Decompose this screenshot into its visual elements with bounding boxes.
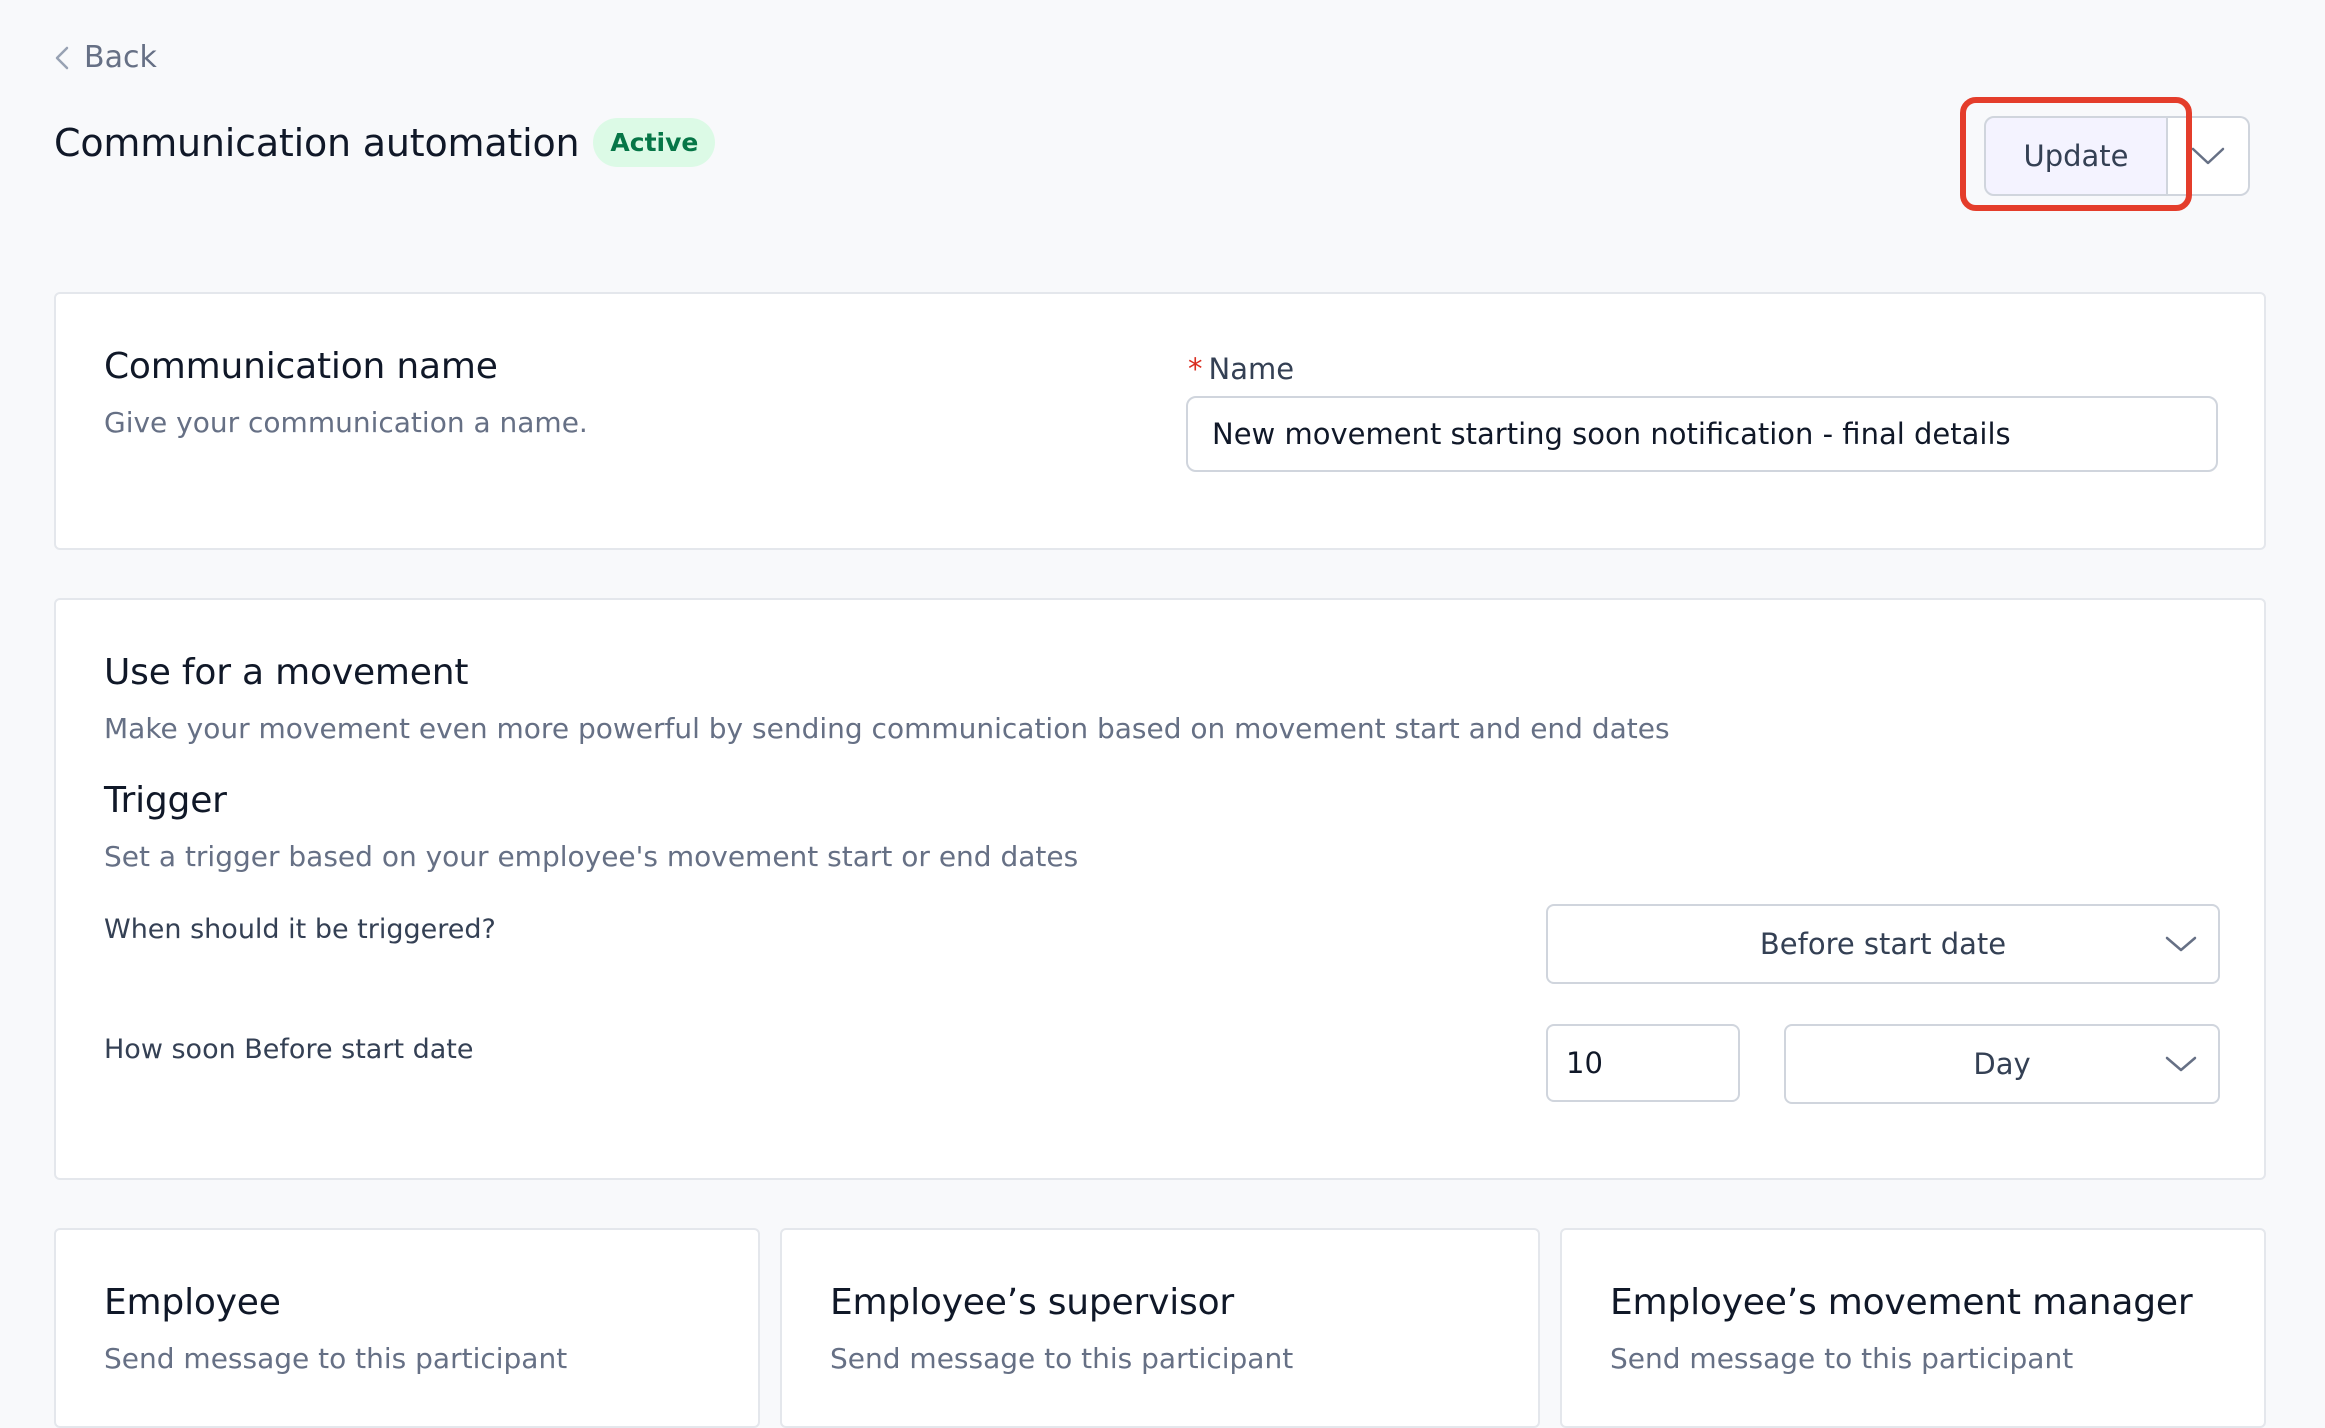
trigger-heading: Trigger [104, 780, 227, 821]
how-soon-label: How soon Before start date [104, 1034, 474, 1065]
participant-title: Employee’s movement manager [1610, 1282, 2193, 1323]
chevron-down-icon [2191, 147, 2225, 165]
required-mark: * [1188, 352, 1203, 386]
back-link[interactable]: Back [54, 40, 157, 75]
participant-card-employee: Employee Send message to this participan… [54, 1228, 760, 1428]
name-label-text: Name [1208, 352, 1295, 386]
update-button[interactable]: Update [1984, 116, 2168, 196]
participant-description: Send message to this participant [1610, 1342, 2074, 1375]
participant-card-movement-manager: Employee’s movement manager Send message… [1560, 1228, 2266, 1428]
update-options-toggle[interactable] [2168, 116, 2250, 196]
page-title: Communication automation [54, 120, 580, 165]
update-split-button: Update [1984, 116, 2250, 196]
how-soon-input[interactable] [1546, 1024, 1740, 1102]
movement-heading: Use for a movement [104, 652, 469, 693]
participant-title: Employee [104, 1282, 281, 1323]
status-badge: Active [593, 118, 716, 167]
time-unit-value: Day [1973, 1047, 2031, 1081]
communication-name-card: Communication name Give your communicati… [54, 292, 2266, 550]
name-field-label: * Name [1188, 352, 1294, 386]
chevron-down-icon [2165, 1056, 2197, 1072]
when-label: When should it be triggered? [104, 914, 496, 945]
participant-description: Send message to this participant [104, 1342, 568, 1375]
chevron-down-icon [2165, 936, 2197, 952]
communication-name-heading: Communication name [104, 346, 498, 387]
name-input[interactable] [1186, 396, 2218, 472]
communication-name-description: Give your communication a name. [104, 406, 588, 439]
participant-title: Employee’s supervisor [830, 1282, 1234, 1323]
trigger-when-select[interactable]: Before start date [1546, 904, 2220, 984]
back-label: Back [84, 40, 157, 75]
chevron-left-icon [55, 46, 69, 69]
trigger-description: Set a trigger based on your employee's m… [104, 840, 1079, 873]
time-unit-select[interactable]: Day [1784, 1024, 2220, 1104]
trigger-when-value: Before start date [1759, 927, 2007, 961]
participant-description: Send message to this participant [830, 1342, 1294, 1375]
participant-card-supervisor: Employee’s supervisor Send message to th… [780, 1228, 1540, 1428]
movement-description: Make your movement even more powerful by… [104, 712, 1670, 745]
page-header: Communication automation Active [54, 118, 716, 167]
movement-card: Use for a movement Make your movement ev… [54, 598, 2266, 1180]
